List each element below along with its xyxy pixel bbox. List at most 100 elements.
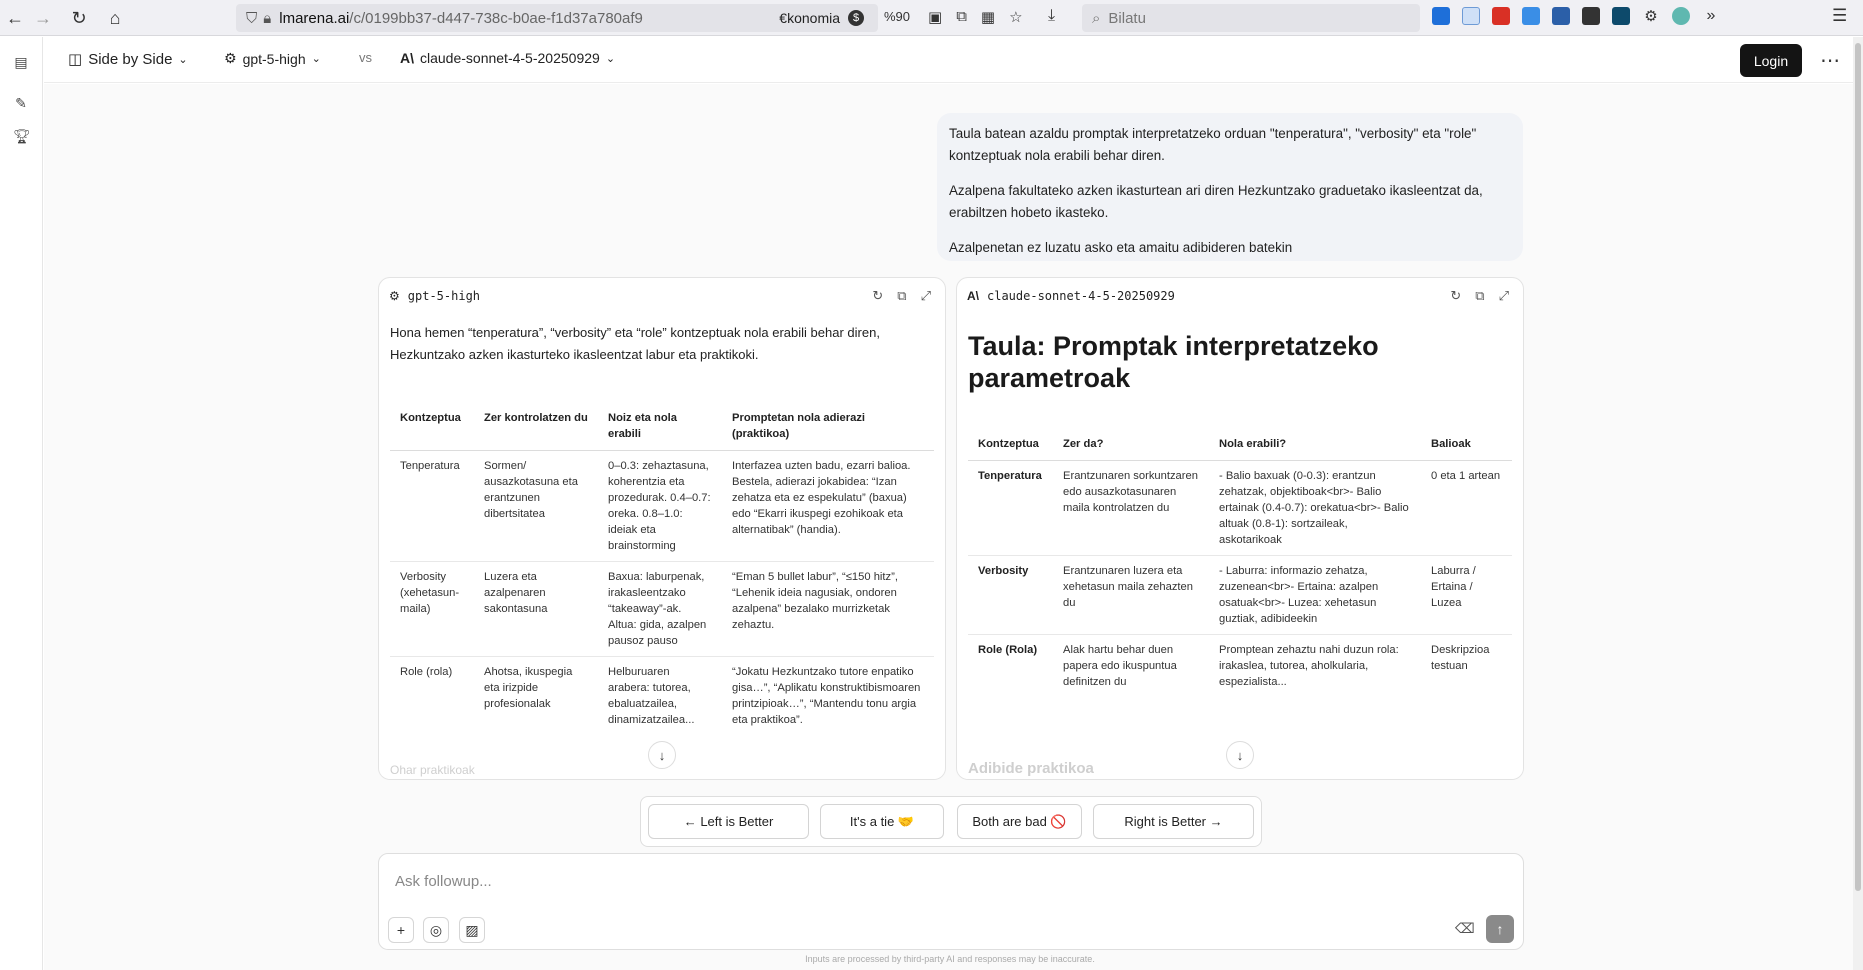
user-message-paragraph: Taula batean azaldu promptak interpretat… bbox=[949, 126, 1477, 163]
chevron-down-icon: ⌄ bbox=[178, 53, 188, 66]
table-cell: “Jokatu Hezkuntzako tutore enpatiko gisa… bbox=[732, 666, 921, 726]
openai-logo-icon: ⚙︎ bbox=[224, 50, 237, 66]
table-cell: Sormen/ ausazkotasuna eta erantzunen dib… bbox=[474, 450, 598, 562]
tie-button[interactable]: It's a tie 🤝 bbox=[820, 804, 944, 839]
arrow-down-icon: ↓ bbox=[1236, 747, 1244, 763]
table-cell: Verbosity bbox=[968, 555, 1053, 635]
copy-icon[interactable]: ⧉ bbox=[897, 288, 906, 304]
expand-icon[interactable]: ⤢ bbox=[921, 288, 931, 304]
model-b-selector[interactable]: A\ claude-sonnet-4-5-20250929 ⌄ bbox=[400, 50, 615, 66]
table-header-cell: Kontzeptua bbox=[390, 402, 474, 451]
extension-mortarboard-icon[interactable] bbox=[1432, 7, 1450, 25]
zoom-level[interactable]: %90 bbox=[884, 9, 910, 24]
regenerate-icon[interactable]: ↻ bbox=[1450, 288, 1461, 304]
extension-screenshot-icon[interactable] bbox=[1582, 7, 1600, 25]
send-button[interactable]: ↑ bbox=[1486, 915, 1514, 943]
scroll-down-button[interactable]: ↓ bbox=[1226, 741, 1254, 769]
hamburger-menu-icon[interactable]: ☰ bbox=[1832, 6, 1847, 26]
faded-heading: Adibide praktikoa bbox=[968, 760, 1094, 777]
lock-icon: 🔒︎ bbox=[263, 9, 272, 27]
regenerate-icon[interactable]: ↻ bbox=[872, 288, 883, 304]
vs-label: vs bbox=[359, 50, 372, 65]
grid-icon[interactable]: ▦ bbox=[981, 8, 995, 26]
download-icon[interactable]: ⤓ bbox=[1048, 7, 1055, 25]
panel-tools: ↻ ⧉ ⤢ bbox=[872, 288, 931, 304]
reader-view-icon[interactable]: ▣ bbox=[928, 8, 942, 26]
table-cell: Tenperatura bbox=[968, 460, 1053, 556]
table-cell: - Balio baxuak (0-0.3): erantzun zehatza… bbox=[1209, 460, 1421, 556]
user-message-bubble: Taula batean azaldu promptak interpretat… bbox=[937, 113, 1523, 261]
back-arrow-icon[interactable]: ← bbox=[0, 3, 30, 33]
address-bar[interactable]: ⛉ 🔒︎ lmarena.ai /c/0199bb37-d447-738c-b0… bbox=[236, 4, 878, 32]
table-cell: 0 eta 1 artean bbox=[1421, 460, 1512, 556]
extension-avatar-icon[interactable] bbox=[1672, 7, 1690, 25]
table-cell: Helburuaren arabera: tutorea, ebaluatzai… bbox=[608, 666, 695, 726]
table-header-cell: Noiz eta nola erabili bbox=[598, 402, 722, 451]
right-is-better-button[interactable]: Right is Better → bbox=[1093, 804, 1254, 839]
table-header-cell: Nola erabili? bbox=[1209, 428, 1421, 461]
panel-header: ⚙︎ gpt-5-high bbox=[379, 278, 945, 314]
puzzle-icon[interactable]: ⚙ bbox=[1642, 7, 1660, 25]
extension-book-icon[interactable] bbox=[1552, 7, 1570, 25]
table-cell: Deskripzioa testuan bbox=[1431, 644, 1490, 672]
table-icon[interactable]: ▤ bbox=[13, 54, 29, 70]
model-a-label: gpt-5-high bbox=[242, 50, 306, 67]
home-icon[interactable]: ⌂ bbox=[100, 3, 130, 33]
extension-document-icon[interactable] bbox=[1462, 7, 1480, 25]
response-panel-left: ⚙︎ gpt-5-high ↻ ⧉ ⤢ Hona hemen “tenperat… bbox=[378, 277, 946, 780]
panel-header: A\ claude-sonnet-4-5-20250929 bbox=[957, 278, 1523, 314]
response-table: Kontzeptua Zer kontrolatzen du Noiz eta … bbox=[390, 402, 934, 735]
extension-translate-icon[interactable] bbox=[1522, 7, 1540, 25]
overflow-chevron-icon[interactable]: » bbox=[1702, 7, 1720, 25]
extension-pdf-icon[interactable] bbox=[1492, 7, 1510, 25]
bookmark-star-icon[interactable]: ☆ bbox=[1009, 8, 1022, 26]
model-a-selector[interactable]: ⚙︎ gpt-5-high ⌄ bbox=[224, 50, 321, 67]
followup-composer[interactable]: Ask followup... + ◎ ▨ ⌫ ↑ bbox=[378, 853, 1524, 950]
followup-input[interactable]: Ask followup... bbox=[395, 873, 492, 890]
login-button[interactable]: Login bbox=[1740, 44, 1802, 77]
search-box[interactable]: ⌕ Bilatu bbox=[1082, 4, 1420, 32]
page-scrollbar[interactable] bbox=[1853, 37, 1863, 970]
forward-arrow-icon[interactable]: → bbox=[28, 3, 58, 33]
extension-camera-icon[interactable] bbox=[1612, 7, 1630, 25]
image-button[interactable]: ▨ bbox=[459, 917, 485, 943]
response-title: Taula: Promptak interpretatzeko parametr… bbox=[968, 331, 1379, 393]
table-cell: Verbosity (xehetasun-maila) bbox=[390, 561, 474, 657]
table-cell: - Laburra: informazio zehatza, zuzenean<… bbox=[1209, 555, 1421, 635]
reload-icon[interactable]: ↻ bbox=[64, 3, 94, 33]
clear-icon[interactable]: ⌫ bbox=[1455, 920, 1475, 937]
url-path: /c/0199bb37-d447-738c-b0ae-f1d37a780af9 bbox=[349, 9, 643, 27]
mode-label: Side by Side bbox=[88, 50, 173, 68]
scroll-down-button[interactable]: ↓ bbox=[648, 741, 676, 769]
table-header-cell: Kontzeptua bbox=[968, 428, 1053, 461]
panel-body: Hona hemen “tenperatura”, “verbosity” et… bbox=[379, 314, 945, 743]
both-bad-button[interactable]: Both are bad 🚫 bbox=[957, 804, 1082, 839]
translate-icon[interactable]: ⧉ bbox=[956, 8, 967, 26]
web-search-button[interactable]: ◎ bbox=[423, 917, 449, 943]
panel-model-name: gpt-5-high bbox=[407, 289, 481, 303]
url-host: lmarena.ai bbox=[279, 9, 350, 27]
mode-selector[interactable]: ◫ Side by Side ⌄ bbox=[68, 50, 188, 69]
left-is-better-button[interactable]: ← Left is Better bbox=[648, 804, 809, 839]
trophy-icon[interactable]: 🏆︎ bbox=[13, 128, 31, 144]
arrow-down-icon: ↓ bbox=[658, 747, 666, 763]
dollar-icon: $ bbox=[848, 10, 864, 26]
new-chat-icon[interactable]: ✎ bbox=[13, 95, 29, 111]
table-row: Verbosity Erantzunaren luzera eta xeheta… bbox=[968, 555, 1512, 635]
table-row: Role (rola) Ahotsa, ikuspegia eta irizpi… bbox=[390, 657, 934, 736]
more-options-icon[interactable]: ⋯ bbox=[1820, 48, 1840, 73]
table-cell: Role (Rola) bbox=[978, 644, 1038, 656]
response-intro: Hona hemen “tenperatura”, “verbosity” et… bbox=[390, 325, 880, 362]
attach-plus-button[interactable]: + bbox=[388, 917, 414, 943]
expand-icon[interactable]: ⤢ bbox=[1499, 288, 1509, 304]
panel-tools: ↻ ⧉ ⤢ bbox=[1450, 288, 1509, 304]
response-panel-right: A\ claude-sonnet-4-5-20250929 ↻ ⧉ ⤢ Taul… bbox=[956, 277, 1524, 780]
extension-badge[interactable]: €konomia $ bbox=[779, 10, 864, 26]
search-icon: ⌕ bbox=[1092, 9, 1101, 27]
table-header-row: Kontzeptua Zer da? Nola erabili? Balioak bbox=[968, 428, 1512, 461]
extension-icons: ⚙ » bbox=[1432, 7, 1720, 25]
left-rail: ▤ ✎ 🏆︎ bbox=[0, 37, 43, 970]
copy-icon[interactable]: ⧉ bbox=[1475, 288, 1484, 304]
arrow-up-icon: ↑ bbox=[1496, 921, 1504, 937]
scrollbar-thumb[interactable] bbox=[1855, 43, 1861, 891]
